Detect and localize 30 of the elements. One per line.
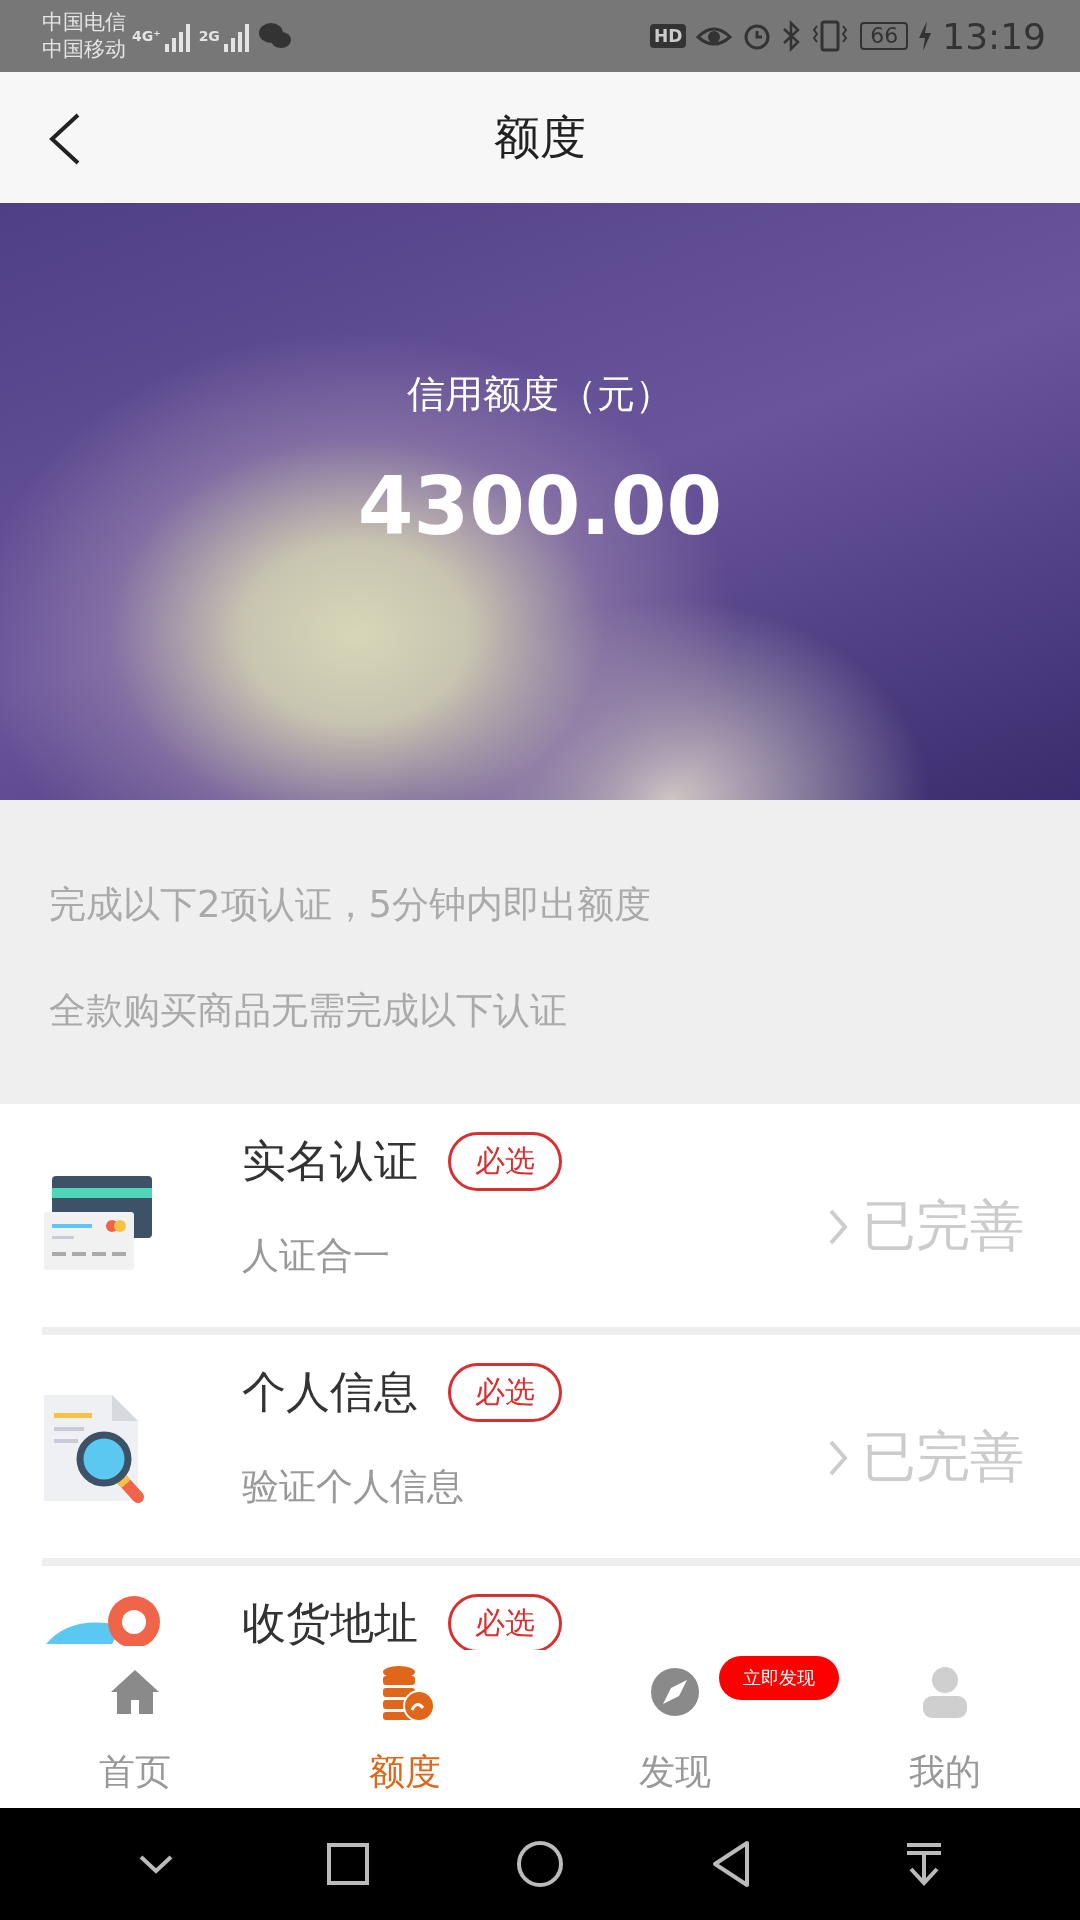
info-text: 全款购买商品无需完成以下认证 (49, 988, 568, 1034)
chat-icon (257, 21, 292, 51)
network-type: 4G⁺ (132, 28, 161, 44)
tab-item[interactable]: 我的 (909, 1650, 981, 1808)
clock-time: 13:19 (942, 15, 1046, 57)
page-title: 额度 (494, 108, 586, 166)
battery-level: 66 (860, 22, 909, 50)
charging-icon (918, 21, 933, 51)
tab-item[interactable]: 发现 (639, 1650, 711, 1808)
tab-item[interactable]: 额度 (369, 1650, 441, 1808)
hd-indicator: HD (649, 24, 687, 48)
item-title: 实名认证 (242, 1134, 418, 1188)
credit-label: 信用额度（元） (407, 371, 673, 418)
tab-item[interactable]: 首页 (99, 1650, 171, 1808)
chevron-icon (828, 1207, 848, 1246)
item-title: 个人信息 (242, 1365, 418, 1419)
item-subtitle: 人证合一 (242, 1233, 391, 1279)
required-tag: 必选 (448, 1132, 562, 1191)
promo-badge[interactable]: 立即发现 (719, 1656, 839, 1700)
home-button-icon[interactable] (515, 1839, 565, 1889)
network-type: 2G (198, 28, 220, 44)
bluetooth-icon (782, 20, 801, 52)
item-subtitle: 验证个人信息 (242, 1464, 465, 1510)
credit-amount: 4300.00 (357, 460, 723, 553)
item-title: 收货地址 (242, 1596, 418, 1650)
carrier-name: 中国电信 (42, 9, 126, 36)
chevron-icon (828, 1438, 848, 1477)
required-tag: 必选 (448, 1363, 562, 1422)
info-text: 完成以下2项认证，5分钟内即出额度 (49, 882, 653, 928)
carrier-name: 中国移动 (42, 36, 126, 63)
